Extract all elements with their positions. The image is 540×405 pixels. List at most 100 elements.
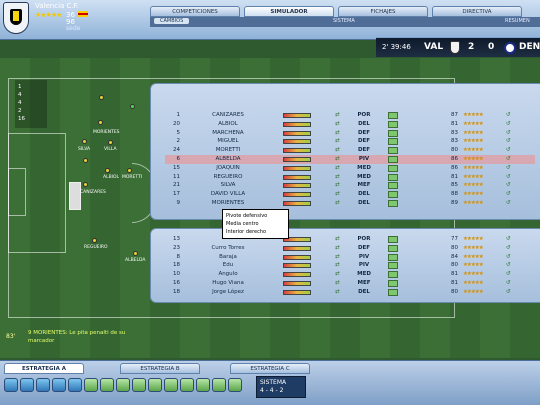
swap-arrow-icon[interactable]: ⇄: [335, 254, 340, 260]
subtab-cambios[interactable]: CAMBIOS: [154, 18, 190, 24]
player-row[interactable]: 1 CANIZARES ⇄ POR 87 ★★★★★ ↺: [165, 111, 535, 120]
action-icon[interactable]: ↺: [506, 165, 511, 171]
player-row[interactable]: 15 JOAQUIN ⇄ MED 86 ★★★★★ ↺: [165, 164, 535, 173]
tab-directiva[interactable]: DIRECTIVA: [432, 6, 522, 17]
swap-arrow-icon[interactable]: ⇄: [335, 165, 340, 171]
swap-arrow-icon[interactable]: ⇄: [335, 174, 340, 180]
tactic-icon[interactable]: [148, 378, 162, 392]
player-row[interactable]: 2 MIGUEL ⇄ DEF 83 ★★★★★ ↺: [165, 137, 535, 146]
tactic-icon[interactable]: [84, 378, 98, 392]
tactic-icon[interactable]: [116, 378, 130, 392]
tactic-icon[interactable]: [164, 378, 178, 392]
subtab-resumen[interactable]: RESUMEN: [505, 18, 530, 24]
player-name: Curro Torres: [211, 244, 245, 251]
player-dot[interactable]: [105, 168, 110, 173]
tactic-icon[interactable]: [100, 378, 114, 392]
player-row[interactable]: 17 DAVID VILLA ⇄ DEL 88 ★★★★★ ↺: [165, 190, 535, 199]
swap-arrow-icon[interactable]: ⇄: [335, 130, 340, 136]
tactic-icon[interactable]: [36, 378, 50, 392]
player-row[interactable]: 10 Angulo ⇄ MED 81 ★★★★★ ↺: [165, 270, 535, 279]
player-row[interactable]: 24 MORETTI ⇄ DEF 80 ★★★★★ ↺: [165, 146, 535, 155]
swap-arrow-icon[interactable]: ⇄: [335, 200, 340, 206]
away-team: DEN: [519, 42, 540, 52]
action-icon[interactable]: ↺: [506, 147, 511, 153]
swap-arrow-icon[interactable]: ⇄: [335, 182, 340, 188]
player-dot[interactable]: [83, 158, 88, 163]
swap-arrow-icon[interactable]: ⇄: [335, 271, 340, 277]
player-row[interactable]: 21 SILVA ⇄ MEF 85 ★★★★★ ↺: [165, 181, 535, 190]
action-icon[interactable]: ↺: [506, 138, 511, 144]
tactic-icon[interactable]: [180, 378, 194, 392]
player-row[interactable]: 20 ALBIOL ⇄ DEL 81 ★★★★★ ↺: [165, 120, 535, 129]
player-dot[interactable]: [98, 120, 103, 125]
action-icon[interactable]: ↺: [506, 271, 511, 277]
swap-arrow-icon[interactable]: ⇄: [335, 236, 340, 242]
tactic-icon[interactable]: [212, 378, 226, 392]
swap-arrow-icon[interactable]: ⇄: [335, 245, 340, 251]
tactic-icon[interactable]: [196, 378, 210, 392]
action-icon[interactable]: ↺: [506, 191, 511, 197]
swap-arrow-icon[interactable]: ⇄: [335, 262, 340, 268]
player-row[interactable]: 16 Hugo Viana ⇄ MEF 81 ★★★★★ ↺: [165, 279, 535, 288]
swap-arrow-icon[interactable]: ⇄: [335, 112, 340, 118]
tab-estrategia-b[interactable]: ESTRATEGIA B: [120, 363, 200, 374]
tactic-icon[interactable]: [68, 378, 82, 392]
player-number: 21: [173, 182, 180, 189]
action-icon[interactable]: ↺: [506, 245, 511, 251]
action-icon[interactable]: ↺: [506, 121, 511, 127]
swap-arrow-icon[interactable]: ⇄: [335, 147, 340, 153]
tactic-icon[interactable]: [52, 378, 66, 392]
system-box[interactable]: SISTEMA 4 - 4 - 2: [256, 376, 306, 398]
tactic-icon[interactable]: [4, 378, 18, 392]
swap-arrow-icon[interactable]: ⇄: [335, 138, 340, 144]
player-row[interactable]: 11 REGUEIRO ⇄ MED 81 ★★★★★ ↺: [165, 173, 535, 182]
player-dot[interactable]: [127, 168, 132, 173]
player-dot[interactable]: [92, 238, 97, 243]
tab-competiciones[interactable]: COMPETICIONES: [150, 6, 240, 17]
action-icon[interactable]: ↺: [506, 182, 511, 188]
player-row[interactable]: 6 ALBELDA ⇄ PIV 86 ★★★★★ ↺: [165, 154, 535, 164]
player-dot[interactable]: [82, 139, 87, 144]
tab-simulador[interactable]: SIMULADOR: [244, 6, 334, 17]
swap-arrow-icon[interactable]: ⇄: [335, 191, 340, 197]
tab-fichajes[interactable]: FICHAJES: [338, 6, 428, 17]
action-icon[interactable]: ↺: [506, 289, 511, 295]
action-icon[interactable]: ↺: [506, 262, 511, 268]
player-row[interactable]: 23 Curro Torres ⇄ DEF 80 ★★★★★ ↺: [165, 244, 535, 253]
tactic-icon[interactable]: [132, 378, 146, 392]
action-icon[interactable]: ↺: [506, 130, 511, 136]
swap-arrow-icon[interactable]: ⇄: [335, 156, 340, 162]
action-icon[interactable]: ↺: [506, 280, 511, 286]
player-row[interactable]: 18 Jorge López ⇄ DEL 80 ★★★★★ ↺: [165, 288, 535, 297]
player-row[interactable]: 8 Baraja ⇄ PIV 84 ★★★★★ ↺: [165, 253, 535, 262]
player-dot[interactable]: [108, 140, 113, 145]
subtab-sistema[interactable]: SISTEMA: [333, 18, 355, 24]
condition-icon: [388, 120, 398, 128]
player-row[interactable]: 13 ⇄ POR 77 ★★★★★ ↺: [165, 235, 535, 244]
tab-estrategia-a[interactable]: ESTRATEGIA A: [4, 363, 84, 374]
player-rating: 83: [451, 138, 458, 145]
action-icon[interactable]: ↺: [506, 174, 511, 180]
swap-arrow-icon[interactable]: ⇄: [335, 289, 340, 295]
player-row[interactable]: 5 MARCHENA ⇄ DEF 83 ★★★★★ ↺: [165, 129, 535, 138]
player-number: 8: [176, 253, 181, 260]
swap-arrow-icon[interactable]: ⇄: [335, 121, 340, 127]
swap-arrow-icon[interactable]: ⇄: [335, 280, 340, 286]
rating-stars: ★★★★★: [463, 173, 484, 180]
player-name: SILVA: [220, 182, 236, 189]
condition-icon: [388, 155, 398, 163]
player-dot[interactable]: [83, 182, 88, 187]
action-icon[interactable]: ↺: [506, 236, 511, 242]
player-row[interactable]: 18 Edu ⇄ PIV 80 ★★★★★ ↺: [165, 261, 535, 270]
tab-estrategia-c[interactable]: ESTRATEGIA C: [230, 363, 310, 374]
action-icon[interactable]: ↺: [506, 156, 511, 162]
action-icon[interactable]: ↺: [506, 200, 511, 206]
player-position: DEL: [358, 191, 370, 198]
action-icon[interactable]: ↺: [506, 112, 511, 118]
action-icon[interactable]: ↺: [506, 254, 511, 260]
player-dot[interactable]: [133, 251, 138, 256]
tactic-icon[interactable]: [20, 378, 34, 392]
player-dot[interactable]: [99, 95, 104, 100]
tactic-icon[interactable]: [228, 378, 242, 392]
player-row[interactable]: 9 MORIENTES ⇄ DEL 89 ★★★★★ ↺: [165, 199, 535, 208]
